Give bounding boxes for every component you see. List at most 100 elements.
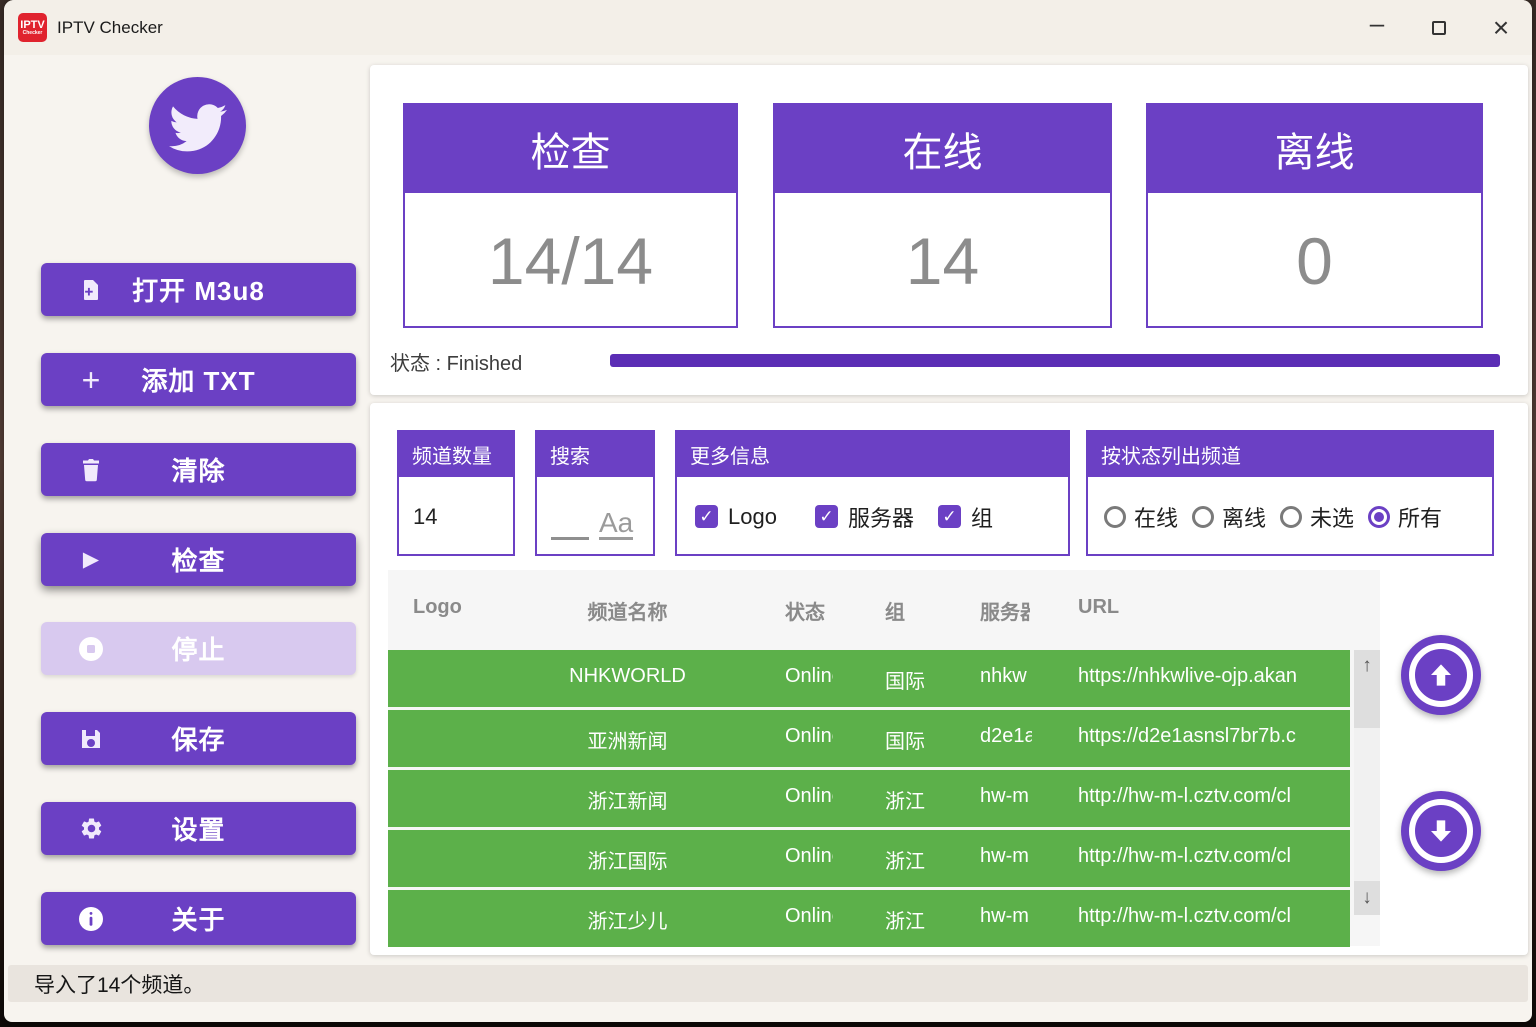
add-txt-button[interactable]: + 添加 TXT (41, 353, 356, 406)
stat-card-offline-value: 0 (1148, 193, 1481, 328)
titlebar: IPTV Checker IPTV Checker – × (4, 0, 1532, 55)
about-button[interactable]: 关于 (41, 892, 356, 945)
settings-label: 设置 (171, 810, 225, 847)
check-button[interactable]: ▶ 检查 (41, 533, 356, 586)
checkbox-server[interactable]: ✓ 服务器 (815, 501, 914, 533)
radio-offline[interactable]: 离线 (1192, 501, 1266, 533)
table-scrollbar[interactable]: ↑ ↓ (1354, 650, 1380, 915)
column-header-group[interactable]: 组 (885, 596, 933, 625)
scrollbar-down-button[interactable]: ↓ (1354, 881, 1380, 915)
cell-server: nhkw (980, 665, 1032, 688)
save-icon (77, 725, 105, 753)
cell-status: Online (785, 725, 833, 748)
open-m3u8-button[interactable]: 打开 M3u8 (41, 263, 356, 316)
radio-unselected[interactable]: 未选 (1280, 501, 1354, 533)
radio-icon[interactable] (1104, 506, 1126, 528)
table-row[interactable]: NHKWORLD Online 国际 nhkw https://nhkwlive… (388, 650, 1350, 707)
stat-card-online: 在线 14 (773, 103, 1112, 328)
save-button[interactable]: 保存 (41, 712, 356, 765)
table-row[interactable]: 亚洲新闻 Online 国际 d2e1a https://d2e1asnsl7b… (388, 710, 1350, 767)
stat-card-checked-value: 14/14 (405, 193, 736, 328)
cell-name: 亚洲新闻 (500, 725, 755, 754)
more-info-title: 更多信息 (677, 432, 1068, 477)
radio-icon[interactable] (1280, 506, 1302, 528)
scrollbar-up-button[interactable]: ↑ (1354, 650, 1380, 728)
checkbox-group-label: 组 (971, 501, 993, 533)
scroll-bottom-button[interactable] (1401, 791, 1481, 871)
table-row[interactable]: 浙江新闻 Online 浙江 hw-m http://hw-m-l.cztv.c… (388, 770, 1350, 827)
column-header-logo[interactable]: Logo (413, 596, 503, 619)
gear-icon (77, 815, 105, 843)
radio-selected-icon[interactable] (1368, 506, 1390, 528)
cell-status: Online (785, 845, 833, 868)
column-header-server[interactable]: 服务器 (980, 596, 1030, 625)
checkbox-logo[interactable]: ✓ Logo (695, 504, 777, 530)
open-m3u8-label: 打开 M3u8 (132, 271, 265, 308)
status-bar-message: 导入了14个频道。 (8, 969, 204, 999)
column-header-status[interactable]: 状态 (785, 596, 835, 625)
app-logo-text: IPTV (20, 20, 44, 31)
about-label: 关于 (171, 900, 225, 937)
radio-offline-label: 离线 (1222, 501, 1266, 533)
arrow-down-circle-icon (1409, 799, 1473, 863)
plus-icon: + (77, 366, 105, 394)
stat-card-offline: 离线 0 (1146, 103, 1483, 328)
cell-url: https://nhkwlive-ojp.akan (1078, 665, 1350, 688)
maximize-button[interactable] (1408, 0, 1470, 55)
stop-icon (77, 635, 105, 663)
settings-button[interactable]: 设置 (41, 802, 356, 855)
twitter-bird-icon (169, 97, 227, 155)
search-title: 搜索 (537, 432, 653, 477)
close-icon: × (1493, 12, 1509, 44)
table-row[interactable]: 浙江国际 Online 浙江 hw-m http://hw-m-l.cztv.c… (388, 830, 1350, 887)
add-txt-label: 添加 TXT (141, 361, 255, 398)
checkbox-checked-icon[interactable]: ✓ (695, 505, 718, 528)
channel-count-value: 14 (399, 504, 437, 530)
clear-label: 清除 (171, 451, 225, 488)
maximize-icon (1432, 21, 1446, 35)
cell-url: https://d2e1asnsl7br7b.c (1078, 725, 1350, 748)
cell-name: 浙江少儿 (500, 905, 755, 934)
column-header-url[interactable]: URL (1078, 596, 1198, 619)
cell-url: http://hw-m-l.cztv.com/cl (1078, 785, 1350, 808)
checkbox-group[interactable]: ✓ 组 (938, 501, 993, 533)
cell-server: hw-m (980, 905, 1032, 928)
match-case-icon[interactable]: Aa (599, 508, 633, 540)
table-header-row: Logo 频道名称 状态 组 服务器 URL (388, 570, 1350, 648)
minimize-button[interactable]: – (1346, 0, 1408, 55)
clear-button[interactable]: 清除 (41, 443, 356, 496)
app-logo-icon: IPTV Checker (18, 13, 47, 42)
radio-all[interactable]: 所有 (1368, 501, 1442, 533)
twitter-logo (149, 77, 246, 174)
column-header-name[interactable]: 频道名称 (500, 596, 755, 625)
arrow-down-icon: ↓ (1362, 887, 1372, 909)
cell-status: Online (785, 785, 833, 808)
close-button[interactable]: × (1470, 0, 1532, 55)
cell-status: Online (785, 905, 833, 928)
progress-bar-fill (610, 354, 1500, 367)
stat-card-offline-title: 离线 (1148, 105, 1481, 193)
app-logo-subtext: Checker (23, 31, 43, 36)
stat-card-online-value: 14 (775, 193, 1110, 328)
play-icon: ▶ (77, 546, 105, 574)
stat-card-checked-title: 检查 (405, 105, 736, 193)
search-input[interactable] (551, 516, 589, 540)
cell-name: 浙江新闻 (500, 785, 755, 814)
table-row[interactable]: 浙江少儿 Online 浙江 hw-m http://hw-m-l.cztv.c… (388, 890, 1350, 947)
cell-group: 浙江 (885, 785, 933, 814)
checkbox-logo-label: Logo (728, 504, 777, 530)
radio-icon[interactable] (1192, 506, 1214, 528)
radio-online[interactable]: 在线 (1104, 501, 1178, 533)
stop-label: 停止 (171, 630, 225, 667)
cell-server: hw-m (980, 785, 1032, 808)
more-info-box: 更多信息 ✓ Logo ✓ 服务器 ✓ 组 (675, 430, 1070, 556)
arrow-up-circle-icon (1409, 643, 1473, 707)
status-filter-title: 按状态列出频道 (1088, 432, 1492, 477)
cell-name: NHKWORLD (500, 665, 755, 688)
scroll-top-button[interactable] (1401, 635, 1481, 715)
stats-panel: 检查 14/14 在线 14 离线 0 状态 : Finished (370, 65, 1528, 395)
checkbox-checked-icon[interactable]: ✓ (938, 505, 961, 528)
checkbox-checked-icon[interactable]: ✓ (815, 505, 838, 528)
channel-count-box: 频道数量 14 (397, 430, 515, 556)
cell-status: Online (785, 665, 833, 688)
